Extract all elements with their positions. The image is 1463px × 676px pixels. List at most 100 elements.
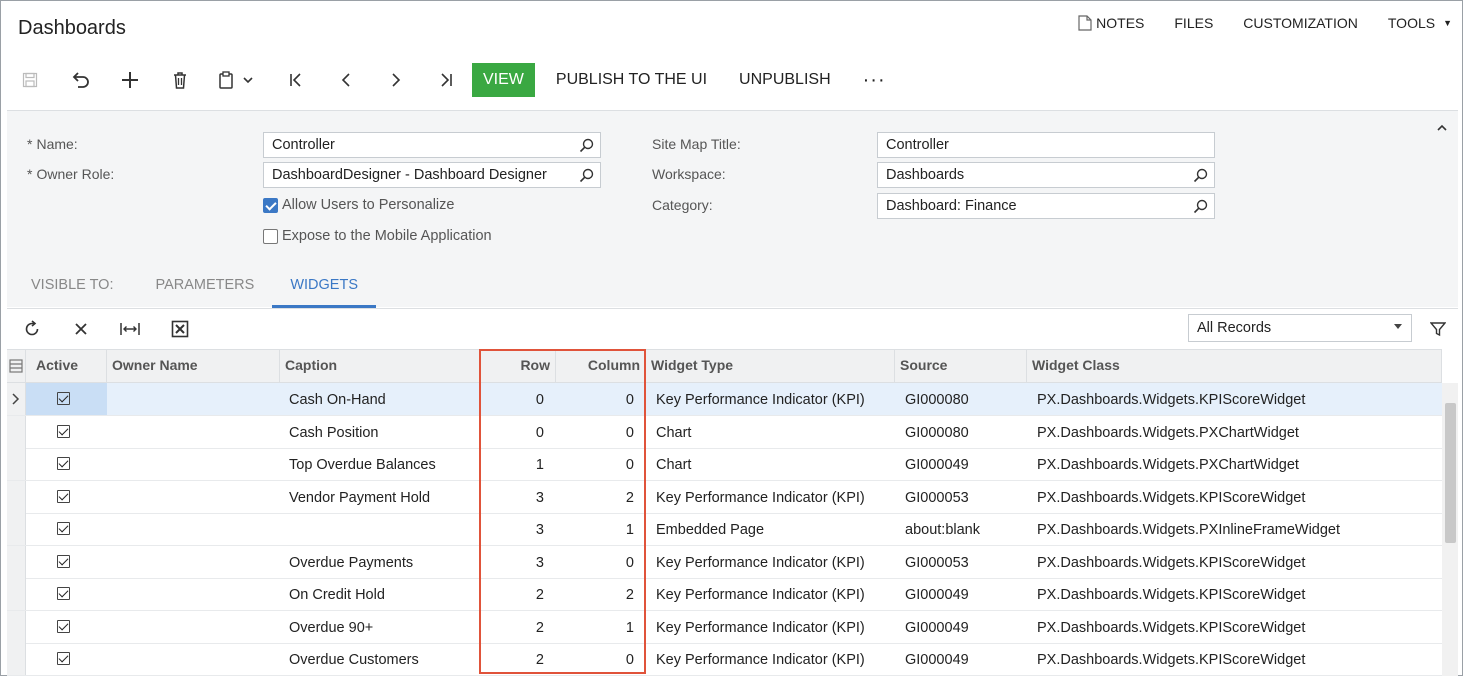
cell-active[interactable]: [26, 481, 107, 513]
cell-owner-name[interactable]: [107, 513, 280, 545]
cell-row[interactable]: 2: [480, 578, 550, 610]
checkbox-checked[interactable]: [57, 554, 70, 568]
header-widget-type[interactable]: Widget Type: [646, 350, 895, 383]
cell-column[interactable]: 2: [556, 578, 640, 610]
tab-parameters[interactable]: PARAMETERS: [131, 266, 272, 308]
table-row[interactable]: Cash On-Hand 0 0 Key Performance Indicator …: [7, 383, 1442, 416]
cell-column[interactable]: 2: [556, 481, 640, 513]
column-settings-button[interactable]: [7, 350, 26, 383]
table-row[interactable]: Overdue Payments 3 0 Key Performance Indica…: [7, 545, 1442, 579]
cell-widget-class[interactable]: PX.Dashboards.Widgets.KPIScoreWidget: [1031, 578, 1442, 610]
cell-source[interactable]: GI000049: [899, 448, 1031, 480]
checkbox-checked[interactable]: [57, 392, 70, 405]
tab-widgets[interactable]: WIDGETS: [272, 266, 376, 308]
cell-caption[interactable]: Cash On-Hand: [283, 383, 480, 415]
cell-column[interactable]: 0: [556, 643, 640, 675]
checkbox-checked[interactable]: [57, 619, 70, 633]
cell-active[interactable]: [26, 611, 107, 643]
cell-active[interactable]: [26, 546, 107, 578]
search-icon[interactable]: [1193, 199, 1208, 214]
cell-caption[interactable]: Overdue 90+: [283, 611, 480, 643]
cell-widget-class[interactable]: PX.Dashboards.Widgets.PXChartWidget: [1031, 416, 1442, 448]
cell-owner-name[interactable]: [107, 481, 280, 513]
header-widget-class[interactable]: Widget Class: [1027, 350, 1442, 383]
table-row[interactable]: Overdue 90+ 2 1 Key Performance Indicator (…: [7, 610, 1442, 644]
cell-owner-name[interactable]: [107, 448, 280, 480]
row-selector[interactable]: [7, 610, 26, 643]
cell-caption[interactable]: Vendor Payment Hold: [283, 481, 480, 513]
grid-scrollbar[interactable]: [1442, 383, 1458, 676]
cell-widget-type[interactable]: Key Performance Indicator (KPI): [650, 481, 899, 513]
cell-row[interactable]: 2: [480, 611, 550, 643]
cell-source[interactable]: about:blank: [899, 513, 1031, 545]
delete-row-button[interactable]: [71, 319, 91, 339]
undo-button[interactable]: [68, 68, 92, 92]
last-record-button[interactable]: [434, 68, 458, 92]
row-selector[interactable]: [7, 448, 26, 480]
cell-widget-class[interactable]: PX.Dashboards.Widgets.KPIScoreWidget: [1031, 611, 1442, 643]
row-selector[interactable]: [7, 480, 26, 513]
cell-row[interactable]: 2: [480, 643, 550, 675]
header-active[interactable]: Active: [26, 350, 107, 383]
cell-source[interactable]: GI000080: [899, 383, 1031, 415]
cell-column[interactable]: 1: [556, 611, 640, 643]
cell-widget-class[interactable]: PX.Dashboards.Widgets.KPIScoreWidget: [1031, 546, 1442, 578]
checkbox-checked[interactable]: [57, 587, 70, 600]
export-excel-button[interactable]: [170, 319, 190, 339]
customization-link[interactable]: CUSTOMIZATION: [1243, 15, 1358, 31]
previous-record-button[interactable]: [334, 68, 358, 92]
row-selector[interactable]: [7, 383, 26, 415]
cell-caption[interactable]: Top Overdue Balances: [283, 448, 480, 480]
row-selector[interactable]: [7, 643, 26, 675]
name-field[interactable]: Controller: [263, 132, 601, 158]
first-record-button[interactable]: [284, 68, 308, 92]
cell-active[interactable]: [26, 416, 107, 448]
workspace-field[interactable]: Dashboards: [877, 162, 1215, 188]
cell-active[interactable]: [26, 643, 107, 675]
cell-owner-name[interactable]: [107, 578, 280, 610]
cell-column[interactable]: 1: [556, 513, 640, 545]
files-link[interactable]: FILES: [1174, 15, 1213, 31]
checkbox-checked[interactable]: [263, 197, 278, 213]
next-record-button[interactable]: [384, 68, 408, 92]
owner-role-field[interactable]: DashboardDesigner - Dashboard Designer: [263, 162, 601, 188]
cell-widget-type[interactable]: Chart: [650, 448, 899, 480]
category-field[interactable]: Dashboard: Finance: [877, 193, 1215, 219]
cell-widget-class[interactable]: PX.Dashboards.Widgets.KPIScoreWidget: [1031, 643, 1442, 675]
expose-mobile-checkbox[interactable]: Expose to the Mobile Application: [263, 228, 492, 244]
cell-row[interactable]: 1: [480, 448, 550, 480]
fit-columns-button[interactable]: [120, 319, 140, 339]
cell-row[interactable]: 3: [480, 546, 550, 578]
header-column[interactable]: Column: [556, 350, 646, 383]
delete-button[interactable]: [168, 68, 192, 92]
cell-column[interactable]: 0: [556, 383, 640, 415]
more-actions-button[interactable]: ···: [852, 63, 897, 97]
filter-button[interactable]: [1428, 319, 1448, 339]
allow-personalize-checkbox[interactable]: Allow Users to Personalize: [263, 197, 454, 213]
notes-link[interactable]: NOTES: [1078, 15, 1144, 31]
cell-active[interactable]: [26, 513, 107, 545]
cell-owner-name[interactable]: [107, 416, 280, 448]
checkbox-unchecked[interactable]: [263, 228, 278, 244]
row-selector[interactable]: [7, 578, 26, 610]
cell-caption[interactable]: Cash Position: [283, 416, 480, 448]
cell-source[interactable]: GI000049: [899, 643, 1031, 675]
cell-row[interactable]: 0: [480, 416, 550, 448]
table-row[interactable]: Vendor Payment Hold 3 2 Key Performance Ind…: [7, 480, 1442, 514]
collapse-button[interactable]: [1436, 119, 1448, 135]
cell-source[interactable]: GI000080: [899, 416, 1031, 448]
cell-row[interactable]: 3: [480, 513, 550, 545]
copy-paste-button[interactable]: [218, 68, 258, 92]
search-icon[interactable]: [579, 168, 594, 183]
search-icon[interactable]: [579, 138, 594, 153]
cell-column[interactable]: 0: [556, 546, 640, 578]
checkbox-checked[interactable]: [57, 652, 70, 665]
table-row[interactable]: Top Overdue Balances 1 0 Chart GI000049 PX.Da…: [7, 448, 1442, 481]
records-filter-select[interactable]: All Records: [1188, 314, 1412, 342]
cell-widget-type[interactable]: Embedded Page: [650, 513, 899, 545]
cell-source[interactable]: GI000053: [899, 546, 1031, 578]
row-selector[interactable]: [7, 415, 26, 448]
cell-source[interactable]: GI000049: [899, 611, 1031, 643]
checkbox-checked[interactable]: [57, 457, 70, 470]
header-owner-name[interactable]: Owner Name: [107, 350, 280, 383]
